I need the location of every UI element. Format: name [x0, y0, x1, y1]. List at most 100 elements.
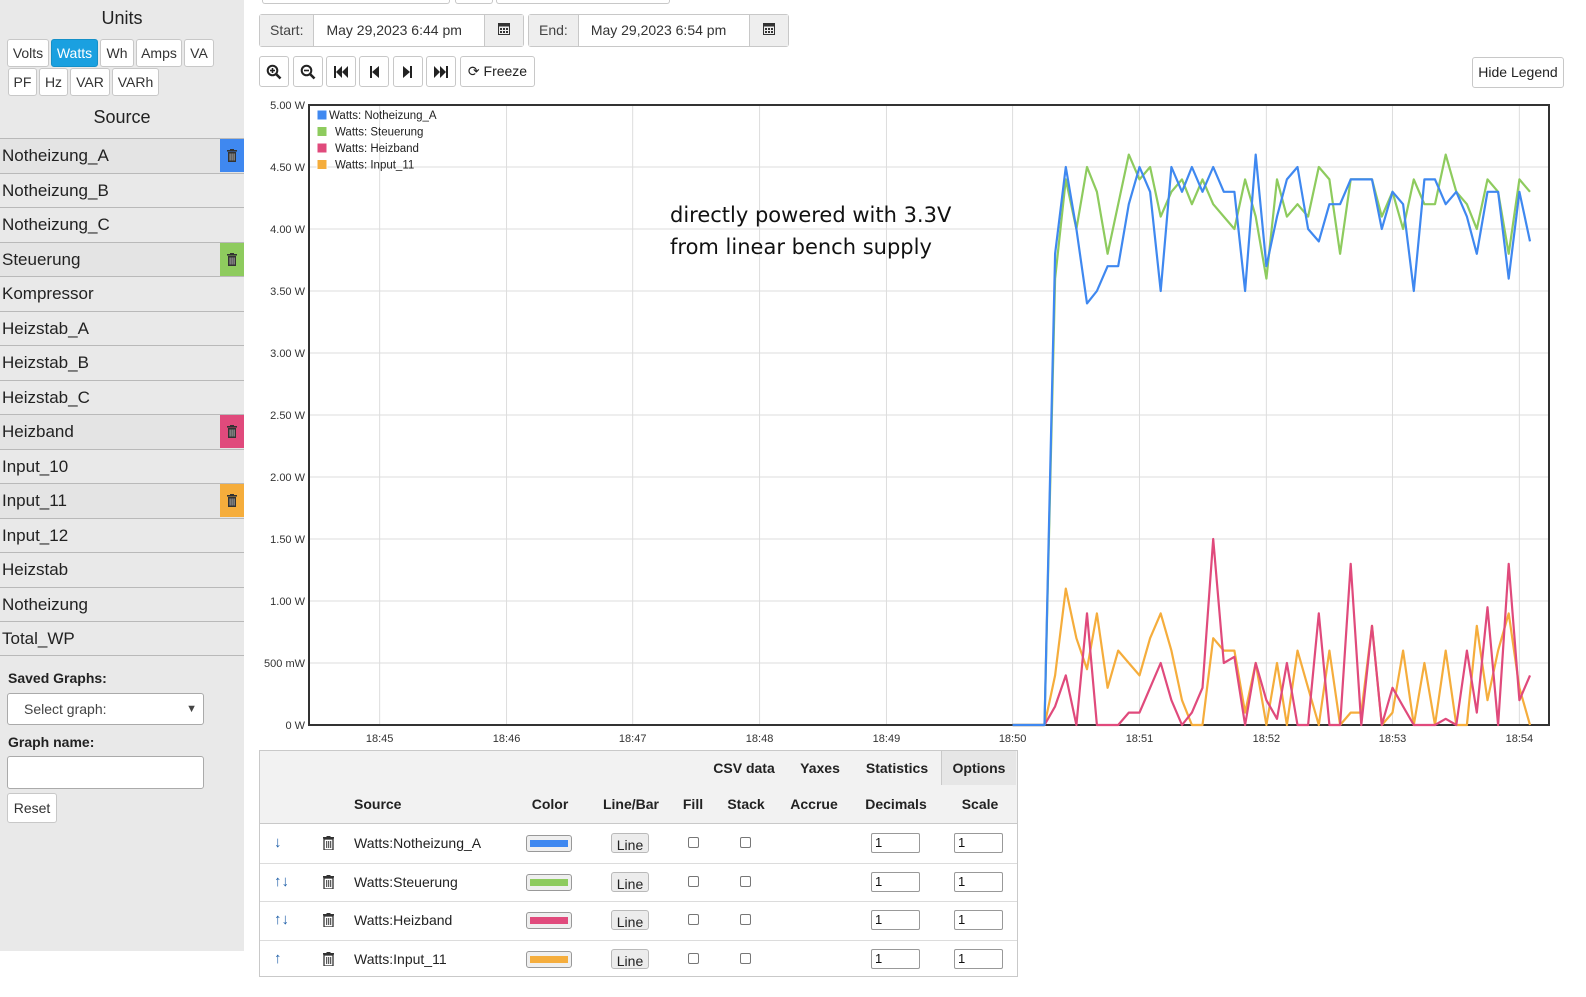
line-bar-toggle[interactable]: Line — [611, 871, 649, 892]
zoom-in-button[interactable] — [259, 56, 289, 87]
line-bar-toggle[interactable]: Line — [611, 910, 649, 930]
unit-button-volts[interactable]: Volts — [7, 39, 49, 67]
unit-button-var[interactable]: VAR — [70, 68, 110, 96]
source-item[interactable]: Notheizung_C — [0, 207, 244, 242]
trash-icon[interactable] — [323, 901, 334, 942]
top-tab-stub[interactable] — [496, 0, 670, 4]
decimals-input[interactable]: 1 — [871, 871, 920, 892]
unit-button-varh[interactable]: VARh — [112, 68, 159, 96]
source-item[interactable]: Heizstab_A — [0, 310, 244, 346]
source-item-label: Kompressor — [2, 284, 94, 303]
tab-statistics[interactable]: Statistics — [855, 751, 939, 785]
fill-checkbox[interactable] — [688, 914, 699, 925]
options-panel: CSV data Yaxes Statistics Options Source… — [259, 750, 1018, 977]
tab-options[interactable]: Options — [941, 751, 1016, 785]
legend-label: Watts: Input_11 — [335, 160, 414, 172]
color-picker[interactable] — [526, 835, 572, 852]
color-picker[interactable] — [526, 873, 572, 891]
unit-button-watts[interactable]: Watts — [51, 39, 98, 67]
stack-checkbox[interactable] — [740, 837, 751, 848]
scale-input[interactable]: 1 — [954, 871, 1003, 892]
jump-end-button[interactable] — [426, 56, 456, 87]
header-decimals: Decimals — [865, 796, 927, 812]
y-tick-label: 3.50 W — [270, 286, 305, 298]
calendar-icon[interactable] — [749, 15, 788, 46]
source-item[interactable]: Kompressor — [0, 276, 244, 311]
power-chart[interactable]: 0 W 500 mW 1.00 W 1.50 W 2.00 W 2.50 W 3.00 W 3… — [250, 94, 1556, 748]
source-item[interactable]: Notheizung_B — [0, 172, 244, 208]
color-picker[interactable] — [526, 912, 572, 929]
decimals-input[interactable]: 1 — [871, 948, 920, 969]
decimals-input[interactable]: 1 — [871, 910, 920, 930]
table-row: ↓ Watts:Notheizung_A Line 1 1 — [260, 824, 1017, 864]
fill-checkbox[interactable] — [688, 837, 699, 848]
unit-button-va[interactable]: VA — [184, 39, 214, 67]
source-item[interactable]: Total_WP — [0, 621, 244, 656]
hide-legend-button[interactable]: Hide Legend — [1472, 57, 1564, 88]
freeze-label: Freeze — [483, 63, 528, 79]
jump-start-button[interactable] — [326, 56, 356, 87]
source-item[interactable]: Notheizung_A — [0, 138, 244, 173]
reorder-arrows-icon[interactable]: ↑↓ — [274, 863, 289, 901]
color-picker[interactable] — [526, 950, 572, 968]
graph-name-input[interactable] — [7, 756, 204, 789]
scale-input[interactable]: 1 — [954, 833, 1003, 853]
reset-button[interactable]: Reset — [7, 793, 57, 823]
line-bar-toggle[interactable]: Line — [611, 948, 649, 969]
x-tick-label: 18:51 — [1126, 733, 1154, 745]
source-item[interactable]: Heizband — [0, 414, 244, 449]
reorder-arrows-icon[interactable]: ↓ — [274, 824, 282, 862]
step-forward-button[interactable] — [393, 56, 423, 87]
trash-icon[interactable] — [220, 484, 244, 517]
unit-button-wh[interactable]: Wh — [100, 39, 134, 67]
stack-checkbox[interactable] — [740, 952, 751, 964]
source-item[interactable]: Notheizung — [0, 586, 244, 622]
trash-icon[interactable] — [323, 863, 334, 904]
top-tab-stub[interactable] — [455, 0, 493, 4]
source-item[interactable]: Input_10 — [0, 448, 244, 484]
stack-checkbox[interactable] — [740, 875, 751, 887]
fast-forward-icon — [434, 66, 448, 78]
tab-yaxes[interactable]: Yaxes — [788, 751, 852, 785]
line-bar-toggle[interactable]: Line — [611, 833, 649, 853]
tab-csv-data[interactable]: CSV data — [705, 751, 783, 785]
decimals-input[interactable]: 1 — [871, 833, 920, 853]
saved-graph-select[interactable]: Select graph: ▼ — [7, 693, 204, 725]
unit-button-amps[interactable]: Amps — [136, 39, 182, 67]
color-swatch — [530, 840, 568, 847]
color-swatch — [530, 878, 568, 886]
top-tab-stub[interactable] — [262, 0, 450, 4]
stack-checkbox[interactable] — [740, 914, 751, 925]
color-swatch — [530, 955, 568, 963]
step-back-button[interactable] — [359, 56, 389, 87]
freeze-button[interactable]: ⟳ Freeze — [460, 56, 535, 87]
scale-input[interactable]: 1 — [954, 948, 1003, 969]
start-date-input[interactable]: May 29,2023 6:44 pm — [314, 15, 484, 46]
zoom-out-button[interactable] — [293, 56, 323, 87]
trash-icon[interactable] — [220, 242, 244, 276]
y-tick-label: 3.00 W — [270, 348, 305, 360]
source-title: Source — [93, 107, 151, 127]
source-item[interactable]: Input_11 — [0, 483, 244, 518]
calendar-icon[interactable] — [484, 15, 523, 46]
trash-icon[interactable] — [323, 940, 334, 981]
trash-icon[interactable] — [323, 824, 334, 865]
scale-input[interactable]: 1 — [954, 910, 1003, 930]
step-backward-icon — [370, 66, 379, 78]
source-item[interactable]: Heizstab_B — [0, 345, 244, 380]
fill-checkbox[interactable] — [688, 952, 699, 964]
fill-checkbox[interactable] — [688, 875, 699, 887]
end-date-input[interactable]: May 29,2023 6:54 pm — [579, 15, 749, 46]
source-item[interactable]: Input_12 — [0, 517, 244, 553]
reorder-arrows-icon[interactable]: ↑ — [274, 940, 282, 978]
unit-button-hz[interactable]: Hz — [39, 68, 68, 96]
header-source: Source — [354, 796, 402, 812]
source-item[interactable]: Steuerung — [0, 241, 244, 276]
trash-icon[interactable] — [220, 139, 244, 172]
source-item-label: Notheizung — [2, 594, 89, 614]
source-item[interactable]: Heizstab_C — [0, 379, 244, 415]
unit-button-pf[interactable]: PF — [8, 68, 37, 96]
trash-icon[interactable] — [220, 415, 244, 448]
source-item[interactable]: Heizstab — [0, 552, 244, 587]
reorder-arrows-icon[interactable]: ↑↓ — [274, 901, 289, 939]
